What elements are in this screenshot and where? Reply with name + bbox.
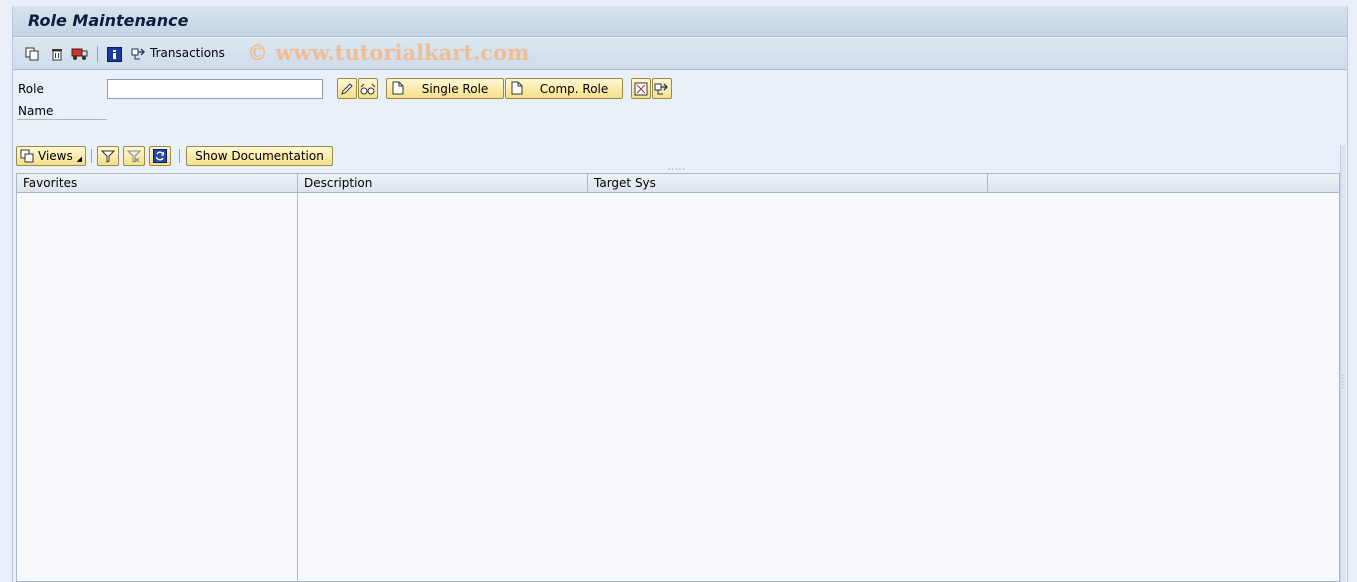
vertical-splitter[interactable]: · · · · · [1340,145,1346,582]
column-header-target-sys[interactable]: Target Sys [588,174,988,193]
filter-icon [101,150,115,163]
document-icon [511,81,523,95]
display-role-button[interactable] [358,78,378,99]
splitter-grip-icon: · · · · · [1342,373,1344,392]
transactions-icon [654,83,668,94]
views-icon [20,149,34,163]
document-icon [392,81,404,95]
views-button[interactable]: Views ◢ [16,146,86,166]
table-header: Favorites Description Target Sys [17,174,1339,193]
tools-icon [634,82,648,95]
transactions-button-label[interactable]: Transactions [150,46,225,60]
comp-role-label: Comp. Role [539,81,609,96]
favorites-divider[interactable] [297,174,298,581]
refresh-icon [153,149,167,163]
toolbar-separator [97,46,98,62]
comp-role-button[interactable]: Comp. Role [505,78,623,99]
column-header-favorites[interactable]: Favorites [17,174,298,193]
column-header-description[interactable]: Description [298,174,588,193]
delete-filter-button[interactable] [123,146,145,166]
delete-filter-icon [127,150,141,163]
copy-icon[interactable] [23,45,41,63]
single-role-button[interactable]: Single Role [386,78,504,99]
glasses-icon [360,83,376,94]
delete-icon[interactable] [48,45,66,63]
filter-button[interactable] [97,146,119,166]
views-label: Views [38,149,73,163]
page-title: Role Maintenance [28,11,189,30]
title-bar: Role Maintenance [13,6,1347,37]
favorites-table: Favorites Description Target Sys [16,173,1340,582]
change-role-button[interactable] [337,78,357,99]
role-label: Role [18,82,44,96]
role-transactions-button[interactable] [652,78,672,99]
favorites-panel: Views ◢ Show Documentation ····· Favorit… [16,145,1346,582]
application-toolbar: Transactions © www.tutorialkart.com [13,38,1347,70]
show-documentation-button[interactable]: Show Documentation [186,146,333,166]
role-input[interactable] [107,79,323,99]
transport-icon[interactable] [71,45,89,63]
dropdown-arrow-icon: ◢ [76,155,82,163]
name-label: Name [18,104,54,118]
column-header-empty [988,174,1339,193]
watermark: © www.tutorialkart.com [247,40,530,65]
name-underline [17,119,107,120]
pencil-icon [341,82,353,95]
panel-separator [179,149,180,163]
sap-window: Role Maintenance Transactions © www.tuto… [12,6,1348,582]
refresh-button[interactable] [149,146,171,166]
info-icon[interactable] [105,45,123,63]
transactions-icon[interactable] [130,45,148,63]
role-tools-button[interactable] [631,78,651,99]
single-role-label: Single Role [421,81,489,96]
panel-separator [91,149,92,163]
